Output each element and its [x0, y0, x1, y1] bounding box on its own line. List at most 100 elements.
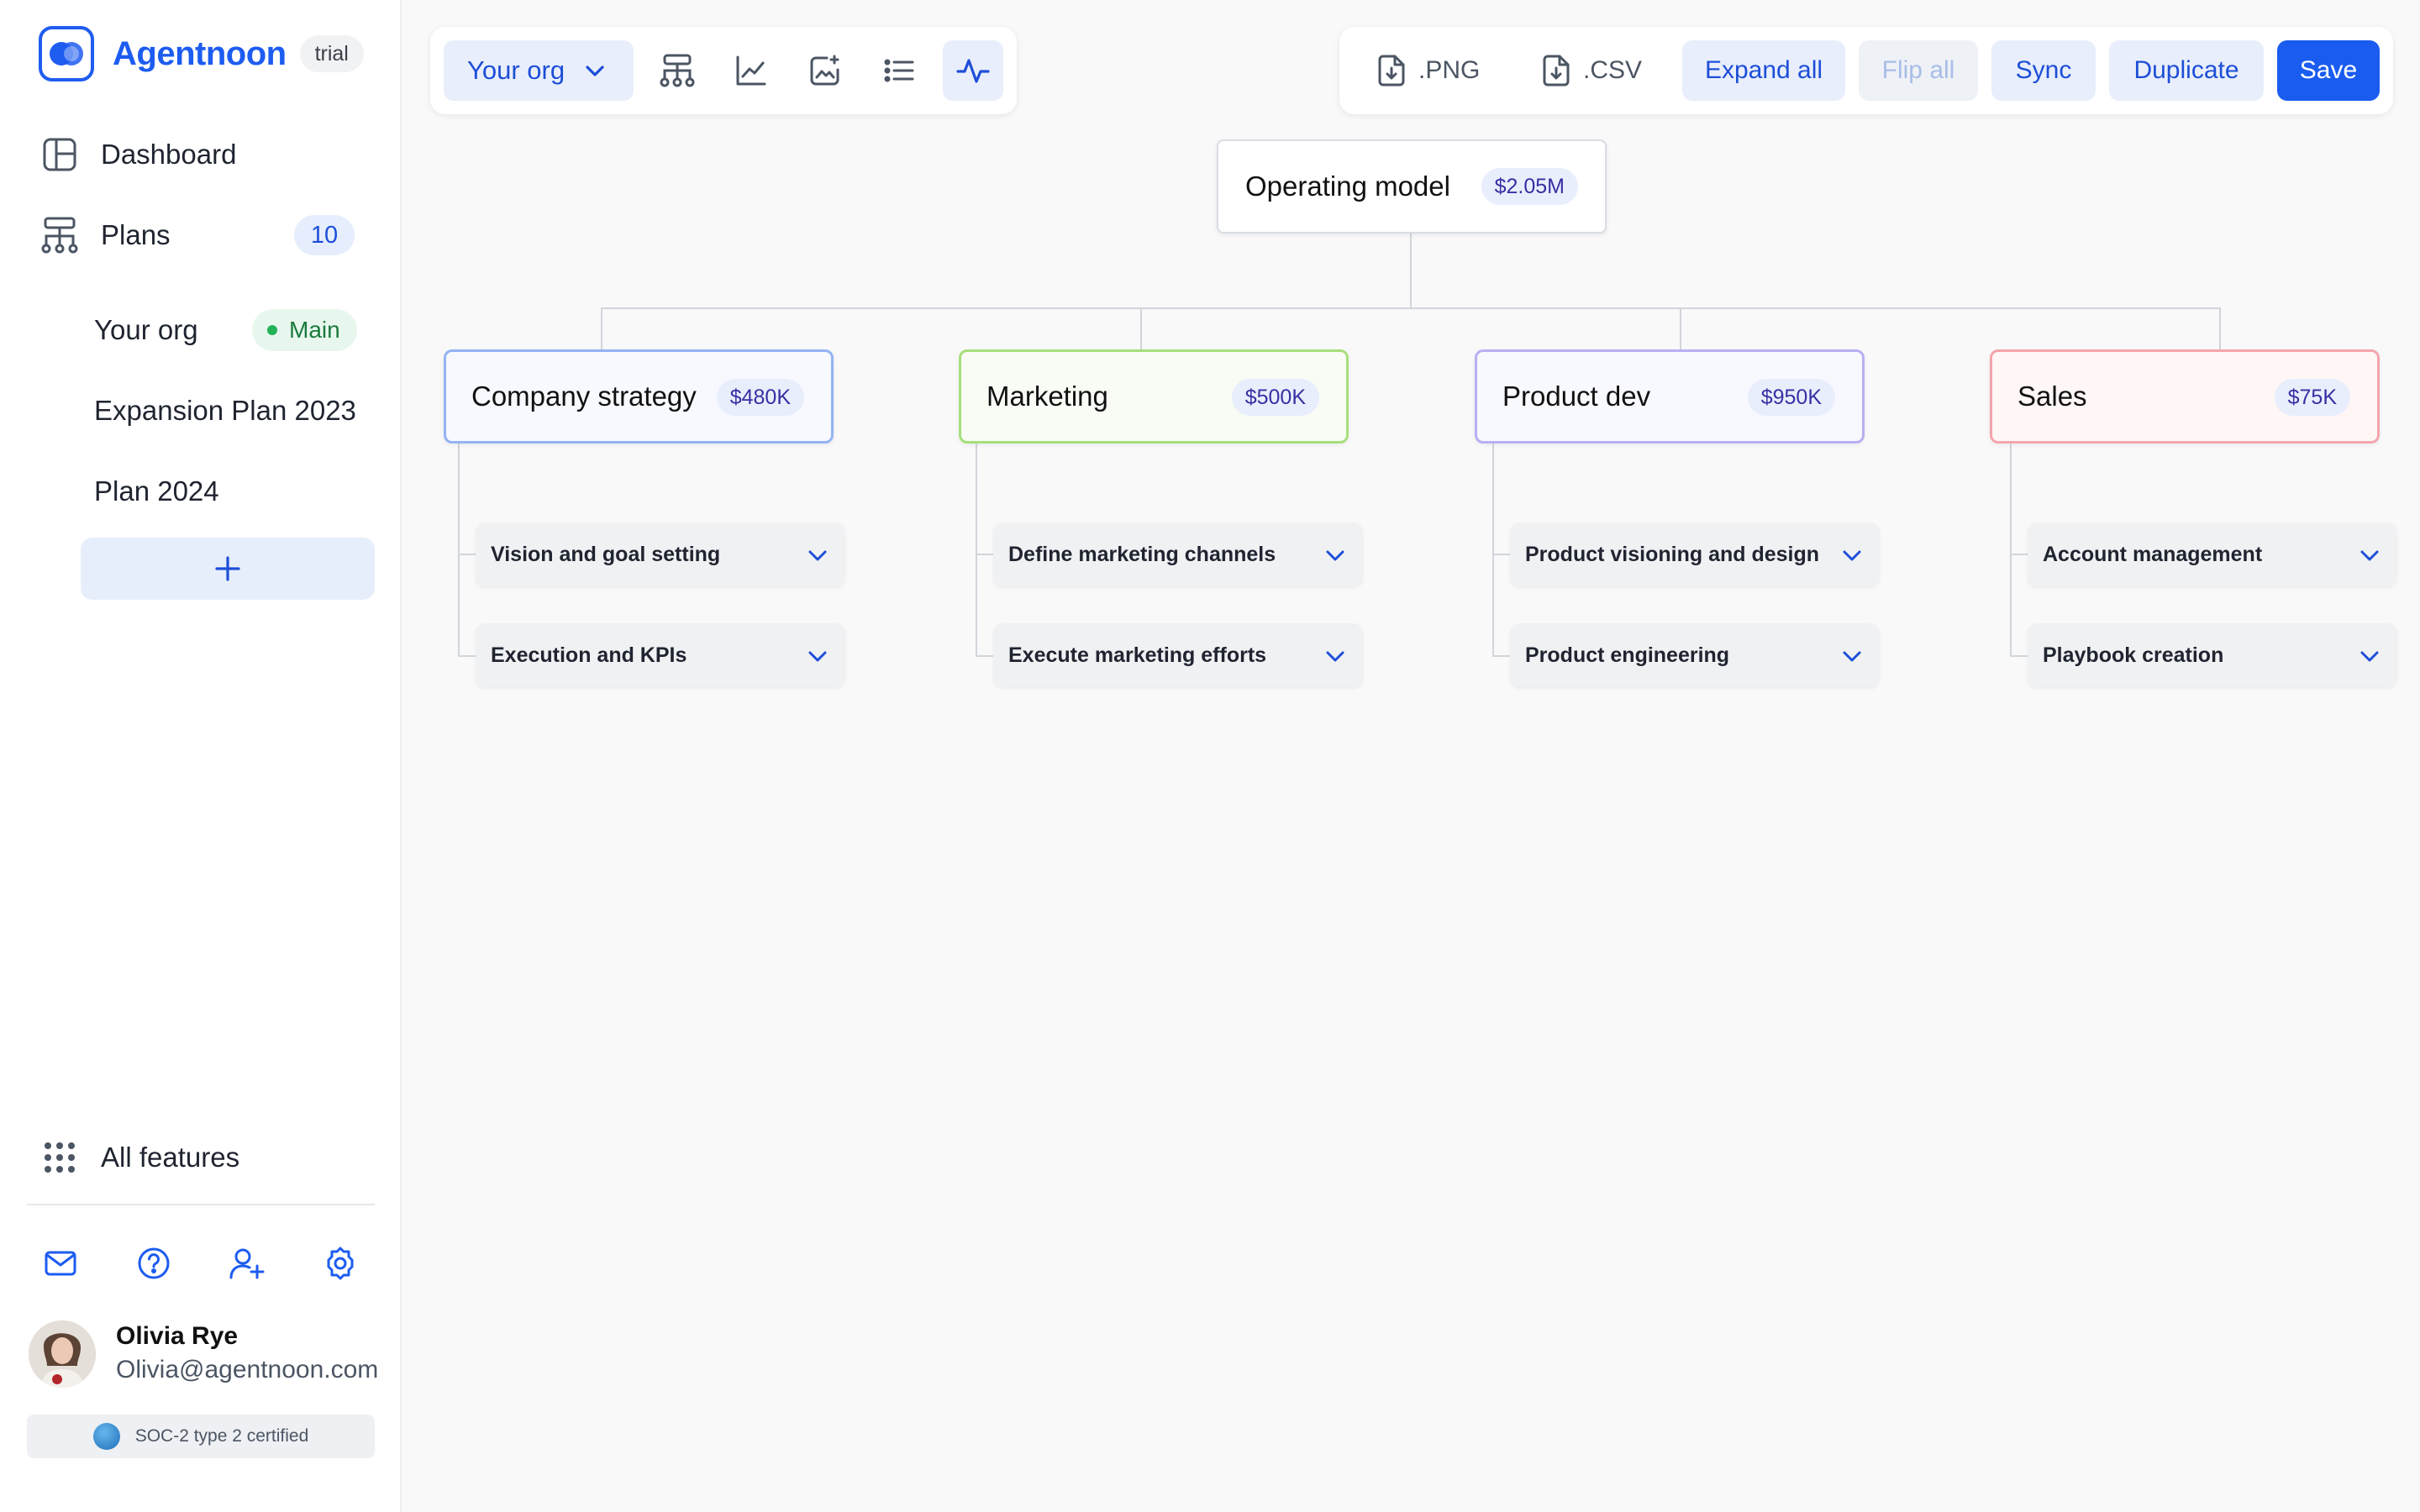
flip-all-button[interactable]: Flip all: [1859, 40, 1978, 101]
add-plan-button[interactable]: [81, 538, 375, 600]
help-icon[interactable]: [132, 1242, 176, 1285]
image-chart-view-button[interactable]: [795, 40, 855, 101]
connector-line: [1492, 655, 1511, 657]
sub-item-label: Account management: [2043, 542, 2263, 566]
status-dot: [267, 325, 277, 335]
sub-item-label: Vision and goal setting: [491, 542, 721, 566]
certification-label: SOC-2 type 2 certified: [134, 1426, 309, 1446]
node-title: Product dev: [1502, 381, 1651, 412]
agentnoon-logo-icon: [39, 26, 94, 81]
chevron-down-icon: [807, 645, 829, 667]
connector-line: [2010, 655, 2028, 657]
trial-badge: trial: [299, 35, 364, 72]
view-toolbar: Your org: [430, 27, 1017, 114]
export-png-label: .PNG: [1418, 56, 1481, 84]
dept-node-marketing[interactable]: Marketing $500K: [959, 349, 1349, 444]
sub-item-label: Define marketing channels: [1008, 542, 1276, 566]
plan-item-plan-2024[interactable]: Plan 2024: [94, 468, 219, 515]
plans-count-badge: 10: [294, 215, 355, 255]
nav-plans-label: Plans: [101, 219, 171, 250]
connector-line: [976, 444, 977, 657]
dept-node-product-dev[interactable]: Product dev $950K: [1475, 349, 1865, 444]
main-status-badge: Main: [252, 309, 357, 351]
file-download-icon: [1376, 54, 1418, 87]
chevron-down-icon: [807, 544, 829, 566]
connector-line: [1680, 307, 1681, 349]
connector-line: [601, 307, 2221, 309]
sub-item-account-management[interactable]: Account management: [2028, 522, 2397, 586]
export-csv-button[interactable]: .CSV: [1541, 40, 1642, 101]
plus-icon: [214, 555, 241, 582]
chevron-down-icon: [1841, 645, 1863, 667]
connector-line: [1492, 554, 1511, 555]
chevron-down-icon: [1324, 645, 1346, 667]
org-chart-view-button[interactable]: [647, 40, 708, 101]
connector-line: [976, 554, 994, 555]
brand[interactable]: Agentnoon trial: [39, 25, 364, 82]
settings-icon[interactable]: [318, 1242, 362, 1285]
sub-item-label: Product engineering: [1525, 643, 1730, 667]
plan-item-expansion-2023[interactable]: Expansion Plan 2023: [94, 387, 356, 434]
export-png-button[interactable]: .PNG: [1376, 40, 1480, 101]
chevron-down-icon: [1324, 544, 1346, 566]
image-chart-icon: [808, 54, 842, 87]
layout-icon: [39, 134, 81, 176]
sync-button[interactable]: Sync: [1991, 40, 2096, 101]
connector-line: [1140, 307, 1142, 349]
dept-node-sales[interactable]: Sales $75K: [1990, 349, 2380, 444]
main-badge-label: Main: [289, 317, 340, 343]
save-button[interactable]: Save: [2277, 40, 2380, 101]
file-download-icon: [1541, 54, 1583, 87]
mail-icon[interactable]: [39, 1242, 82, 1285]
sub-item-product-visioning[interactable]: Product visioning and design: [1510, 522, 1880, 586]
brand-name: Agentnoon: [113, 34, 287, 72]
avatar[interactable]: [29, 1320, 96, 1388]
user-email: Olivia@agentnoon.com: [116, 1356, 379, 1383]
add-user-icon[interactable]: [225, 1242, 269, 1285]
org-select-dropdown[interactable]: Your org: [444, 40, 634, 101]
line-chart-view-button[interactable]: [721, 40, 781, 101]
sub-item-label: Execution and KPIs: [491, 643, 687, 667]
nav-dashboard-label: Dashboard: [101, 139, 237, 170]
connector-line: [2010, 554, 2028, 555]
root-node[interactable]: Operating model $2.05M: [1217, 139, 1607, 234]
duplicate-button[interactable]: Duplicate: [2109, 40, 2264, 101]
pulse-icon: [955, 53, 991, 88]
chevron-down-icon: [583, 59, 607, 82]
sub-item-playbook-creation[interactable]: Playbook creation: [2028, 623, 2397, 687]
plan-item-your-org[interactable]: Your org: [94, 307, 198, 354]
node-title: Company strategy: [471, 381, 697, 412]
plan-item-label: Your org: [94, 314, 198, 345]
plan-item-label: Plan 2024: [94, 475, 219, 507]
plan-item-label: Expansion Plan 2023: [94, 395, 356, 426]
amount-badge: $480K: [716, 379, 804, 416]
sub-item-vision[interactable]: Vision and goal setting: [476, 522, 845, 586]
pulse-view-button[interactable]: [943, 40, 1003, 101]
connector-line: [2219, 307, 2221, 349]
sidebar: Agentnoon trial Dashboard Plans 10 Your …: [0, 0, 402, 1512]
chevron-down-icon: [1841, 544, 1863, 566]
sidebar-footer-icons: [0, 1242, 402, 1285]
connector-line: [1410, 234, 1412, 307]
nav-plans[interactable]: Plans: [39, 207, 171, 263]
all-features-link[interactable]: All features: [39, 1132, 239, 1183]
sub-item-execute-marketing[interactable]: Execute marketing efforts: [993, 623, 1363, 687]
connector-line: [976, 655, 994, 657]
connector-line: [601, 307, 602, 349]
node-title: Marketing: [986, 381, 1108, 412]
all-features-label: All features: [101, 1142, 240, 1173]
connector-line: [1492, 444, 1494, 657]
user-name: Olivia Rye: [116, 1322, 239, 1350]
expand-all-button[interactable]: Expand all: [1682, 40, 1845, 101]
nav-dashboard[interactable]: Dashboard: [39, 127, 236, 182]
connector-line: [458, 655, 476, 657]
sub-item-execution[interactable]: Execution and KPIs: [476, 623, 845, 687]
amount-badge: $950K: [1747, 379, 1835, 416]
connector-line: [458, 554, 476, 555]
dept-node-company-strategy[interactable]: Company strategy $480K: [444, 349, 834, 444]
sub-item-define-channels[interactable]: Define marketing channels: [993, 522, 1363, 586]
list-view-button[interactable]: [869, 40, 929, 101]
certification-badge: SOC-2 type 2 certified: [27, 1415, 375, 1458]
sub-item-product-engineering[interactable]: Product engineering: [1510, 623, 1880, 687]
org-select-value: Your org: [467, 55, 566, 85]
